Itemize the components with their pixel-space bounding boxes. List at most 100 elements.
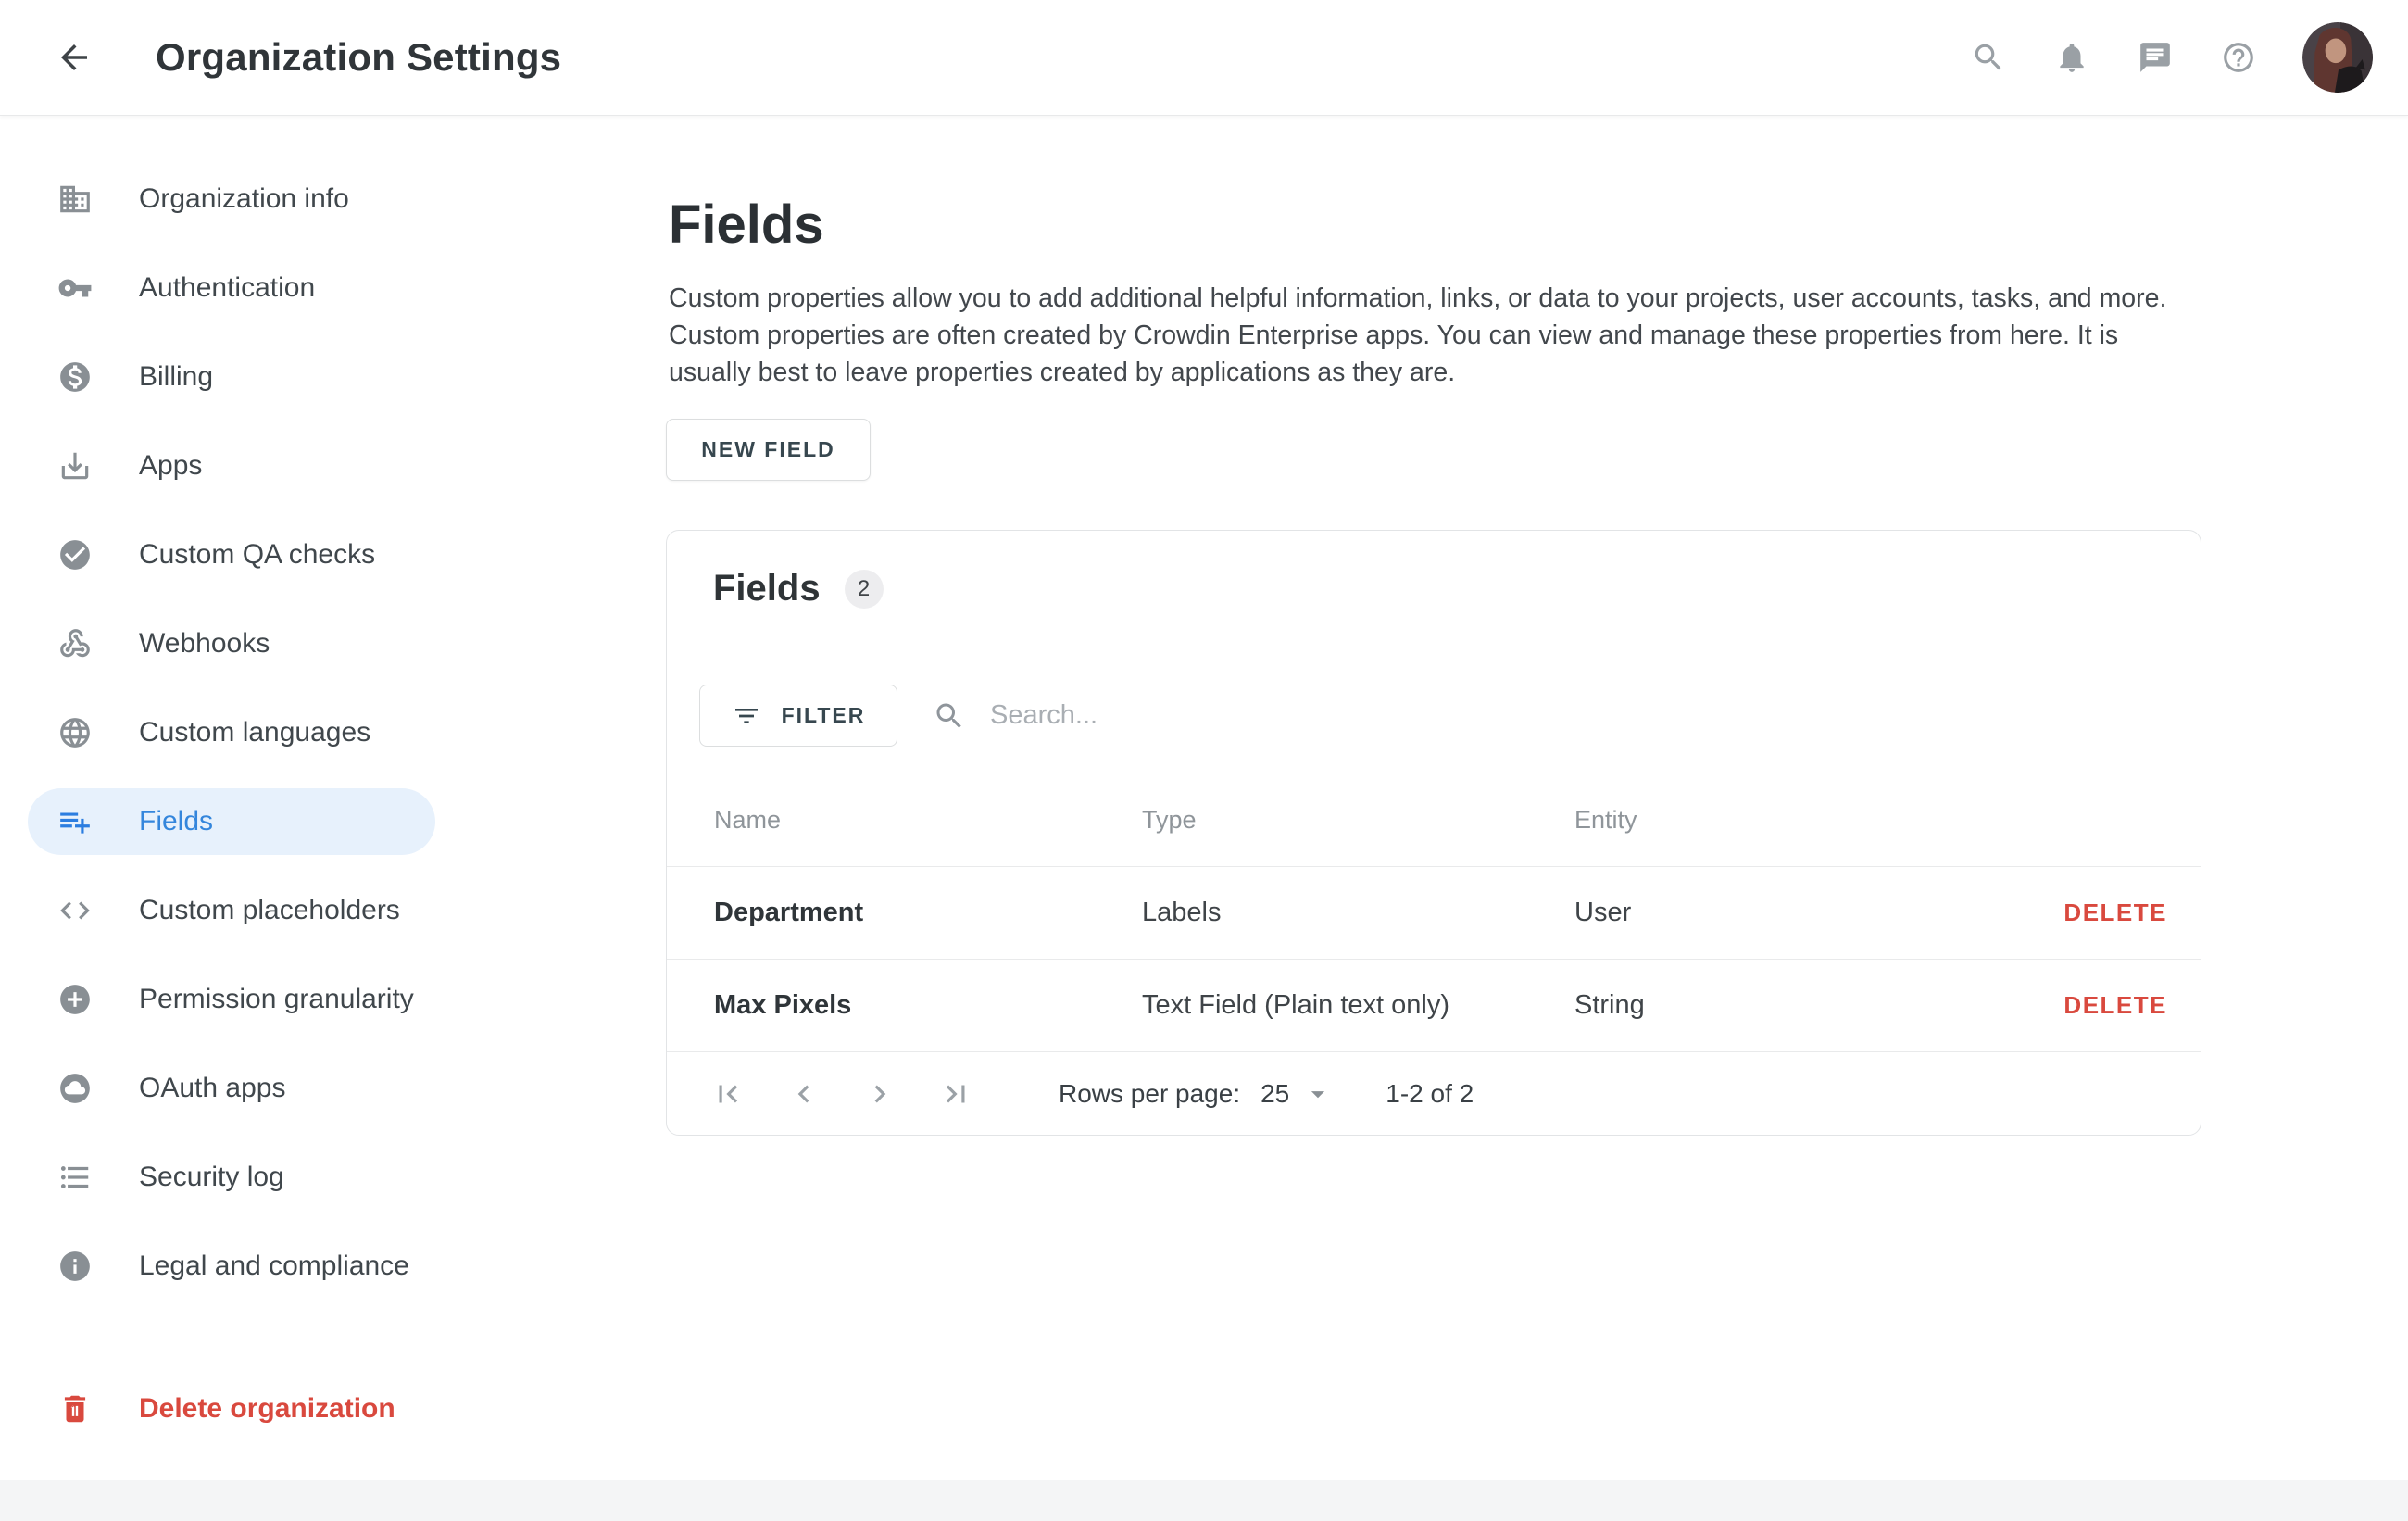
rows-per-page-value: 25: [1260, 1079, 1289, 1109]
search-input[interactable]: [988, 699, 2163, 732]
search-button[interactable]: [1967, 36, 2010, 79]
messages-button[interactable]: [2134, 36, 2176, 79]
dollar-circle-icon: [57, 359, 93, 395]
search-field: [933, 699, 2163, 733]
delete-field-button[interactable]: DELETE: [2063, 991, 2167, 1020]
table-header-row: Name Type Entity: [667, 773, 2201, 866]
webhook-icon: [57, 626, 93, 661]
sidebar-item-label: Billing: [139, 361, 213, 393]
sidebar-nav-list: Organization info Authentication Billing…: [0, 115, 463, 1300]
filter-button-label: FILTER: [782, 703, 866, 728]
sidebar-item-label: Organization info: [139, 183, 349, 215]
column-header-type: Type: [1142, 806, 1574, 835]
page-header-title: Organization Settings: [156, 35, 561, 80]
section-title: Fields: [669, 194, 824, 256]
chevron-left-icon: [786, 1076, 821, 1112]
pagination-range-label: 1-2 of 2: [1386, 1079, 1474, 1109]
column-header-name: Name: [714, 806, 1142, 835]
sidebar-item-custom-languages[interactable]: Custom languages: [28, 699, 435, 766]
sidebar-item-oauth-apps[interactable]: OAuth apps: [28, 1055, 435, 1122]
cloud-circle-icon: [57, 1071, 93, 1106]
main-content: Fields Custom properties allow you to ad…: [666, 115, 2408, 1521]
new-field-button[interactable]: NEW FIELD: [666, 419, 871, 481]
sidebar-item-webhooks[interactable]: Webhooks: [28, 610, 435, 677]
rows-per-page-label: Rows per page:: [1059, 1079, 1240, 1109]
download-icon: [57, 448, 93, 484]
sidebar-item-legal-and-compliance[interactable]: Legal and compliance: [28, 1233, 435, 1300]
sidebar-item-label: Custom placeholders: [139, 895, 400, 926]
sidebar-item-apps[interactable]: Apps: [28, 433, 435, 499]
footer-bar: [0, 1480, 2408, 1521]
code-icon: [57, 893, 93, 928]
back-button[interactable]: [52, 35, 96, 80]
rows-per-page-select[interactable]: 25: [1260, 1078, 1334, 1110]
filter-button[interactable]: FILTER: [699, 685, 897, 747]
sidebar-item-organization-info[interactable]: Organization info: [28, 166, 435, 233]
search-icon: [1971, 40, 2006, 75]
info-circle-icon: [57, 1249, 93, 1284]
sidebar-item-label: Permission granularity: [139, 984, 414, 1015]
sidebar-item-custom-qa-checks[interactable]: Custom QA checks: [28, 522, 435, 588]
sidebar-item-permission-granularity[interactable]: Permission granularity: [28, 966, 435, 1033]
help-icon: [2221, 40, 2256, 75]
previous-page-button[interactable]: [786, 1076, 821, 1112]
sidebar-item-security-log[interactable]: Security log: [28, 1144, 435, 1211]
last-page-button[interactable]: [938, 1076, 973, 1112]
field-entity: User: [1574, 898, 2063, 928]
chevron-right-icon: [862, 1076, 897, 1112]
field-name: Max Pixels: [714, 990, 1142, 1021]
list-icon: [57, 1160, 93, 1195]
sidebar-item-label: Custom languages: [139, 717, 370, 748]
chat-icon: [2138, 40, 2173, 75]
top-bar: Organization Settings: [0, 0, 2408, 116]
pagination-bar: Rows per page: 25 1-2 of 2: [667, 1051, 2201, 1136]
fields-table: Name Type Entity Department Labels User …: [667, 773, 2201, 1051]
help-button[interactable]: [2217, 36, 2260, 79]
sidebar-item-label: Fields: [139, 806, 213, 837]
bell-icon: [2054, 40, 2089, 75]
last-page-icon: [938, 1076, 973, 1112]
fields-toolbar: FILTER: [699, 685, 2163, 747]
first-page-button[interactable]: [710, 1076, 746, 1112]
user-avatar[interactable]: [2302, 22, 2373, 93]
sidebar-item-custom-placeholders[interactable]: Custom placeholders: [28, 877, 435, 944]
sidebar-item-label: Webhooks: [139, 628, 270, 660]
delete-organization-label: Delete organization: [139, 1393, 395, 1425]
section-description: Custom properties allow you to add addit…: [669, 280, 2197, 391]
settings-sidebar: Organization info Authentication Billing…: [0, 115, 463, 1480]
first-page-icon: [710, 1076, 746, 1112]
field-entity: String: [1574, 990, 2063, 1021]
sidebar-item-label: Legal and compliance: [139, 1251, 409, 1282]
delete-field-button[interactable]: DELETE: [2063, 899, 2167, 927]
fields-card: Fields 2 FILTER: [666, 530, 2201, 1136]
sidebar-item-label: Authentication: [139, 272, 315, 304]
filter-icon: [732, 701, 782, 731]
sidebar-item-fields[interactable]: Fields: [28, 788, 435, 855]
field-type: Labels: [1142, 898, 1574, 928]
check-circle-icon: [57, 537, 93, 572]
notifications-button[interactable]: [2051, 36, 2093, 79]
next-page-button[interactable]: [862, 1076, 897, 1112]
playlist-add-icon: [57, 804, 93, 839]
delete-organization-button[interactable]: Delete organization: [28, 1376, 395, 1442]
table-row: Department Labels User DELETE: [667, 866, 2201, 959]
field-name: Department: [714, 898, 1142, 928]
sidebar-item-label: Security log: [139, 1162, 284, 1193]
arrow-left-icon: [55, 38, 94, 77]
app-window: Organization Settings: [0, 0, 2408, 1521]
trash-icon: [57, 1391, 93, 1427]
fields-count-badge: 2: [845, 570, 884, 609]
sidebar-item-billing[interactable]: Billing: [28, 344, 435, 410]
key-icon: [57, 270, 93, 306]
sidebar-item-label: Apps: [139, 450, 202, 482]
sidebar-item-label: Custom QA checks: [139, 539, 375, 571]
sidebar-item-authentication[interactable]: Authentication: [28, 255, 435, 321]
plus-circle-icon: [57, 982, 93, 1017]
field-type: Text Field (Plain text only): [1142, 990, 1574, 1021]
top-bar-actions: [1926, 22, 2373, 93]
fields-card-header: Fields 2: [713, 568, 884, 610]
table-row: Max Pixels Text Field (Plain text only) …: [667, 959, 2201, 1051]
chevron-down-icon: [1289, 1078, 1334, 1110]
building-icon: [57, 182, 93, 217]
globe-icon: [57, 715, 93, 750]
